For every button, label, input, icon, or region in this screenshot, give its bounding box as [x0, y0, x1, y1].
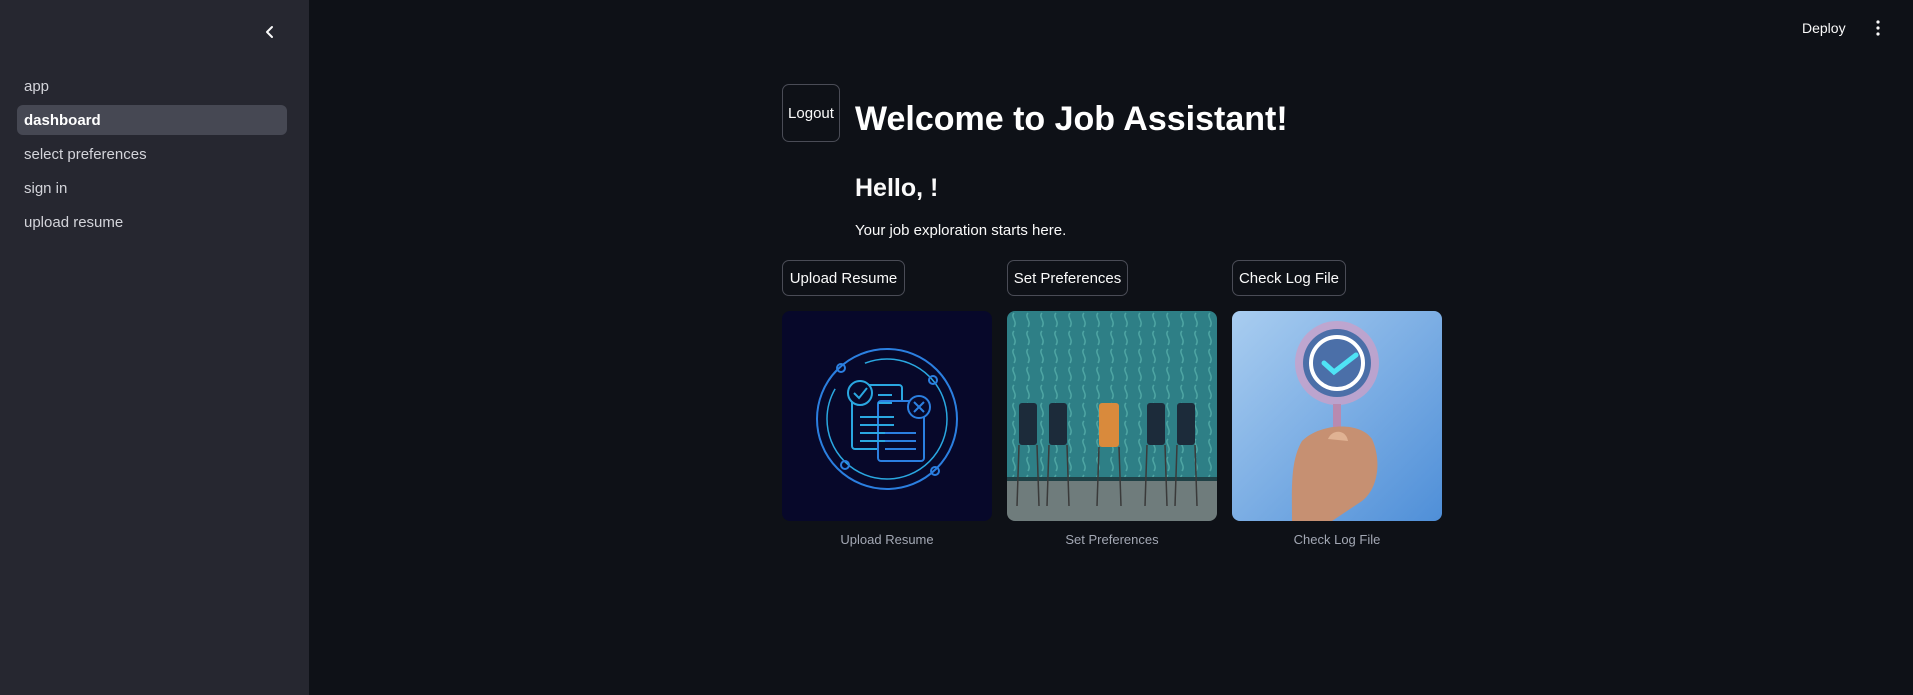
- sidebar-item-label: sign in: [24, 179, 68, 197]
- logout-button[interactable]: Logout: [782, 84, 840, 142]
- sidebar-item-upload-resume[interactable]: upload resume: [17, 207, 287, 237]
- logout-label: Logout: [788, 104, 834, 122]
- intro-text: Your job exploration starts here.: [855, 222, 1067, 239]
- kebab-menu-icon: [1876, 20, 1880, 36]
- chevron-left-icon: [266, 26, 273, 38]
- sidebar-item-sign-in[interactable]: sign in: [17, 173, 287, 203]
- upload-resume-button[interactable]: Upload Resume: [782, 260, 905, 296]
- resume-documents-illustration: [782, 311, 992, 521]
- set-preferences-button[interactable]: Set Preferences: [1007, 260, 1128, 296]
- set-preferences-button-label: Set Preferences: [1013, 269, 1122, 287]
- set-preferences-caption: Set Preferences: [1065, 532, 1159, 547]
- sidebar-item-app[interactable]: app: [17, 71, 287, 101]
- sidebar-item-dashboard[interactable]: dashboard: [17, 105, 287, 135]
- sidebar-item-select-preferences[interactable]: select preferences: [17, 139, 287, 169]
- sidebar-nav: app dashboard select preferences sign in…: [17, 71, 287, 241]
- check-log-file-caption: Check Log File: [1293, 532, 1381, 547]
- upload-resume-button-label: Upload Resume: [789, 269, 898, 287]
- main-menu-button[interactable]: [1868, 15, 1888, 41]
- check-log-file-button-label: Check Log File: [1238, 269, 1340, 287]
- chairs-row-photo: [1007, 311, 1217, 521]
- sidebar-item-label: dashboard: [24, 111, 101, 129]
- sidebar-item-label: select preferences: [24, 145, 147, 163]
- greeting-heading: Hello, !: [855, 174, 939, 202]
- upload-resume-caption: Upload Resume: [840, 532, 934, 547]
- collapse-sidebar-button[interactable]: [258, 20, 282, 44]
- sidebar-item-label: app: [24, 77, 50, 95]
- checkmark-magnifier-photo: [1232, 311, 1442, 521]
- check-log-file-button[interactable]: Check Log File: [1232, 260, 1346, 296]
- sidebar-item-label: upload resume: [24, 213, 124, 231]
- sidebar: app dashboard select preferences sign in…: [0, 0, 309, 695]
- page-title: Welcome to Job Assistant!: [855, 100, 1288, 138]
- deploy-label: Deploy: [1802, 20, 1846, 36]
- deploy-button[interactable]: Deploy: [1802, 17, 1846, 39]
